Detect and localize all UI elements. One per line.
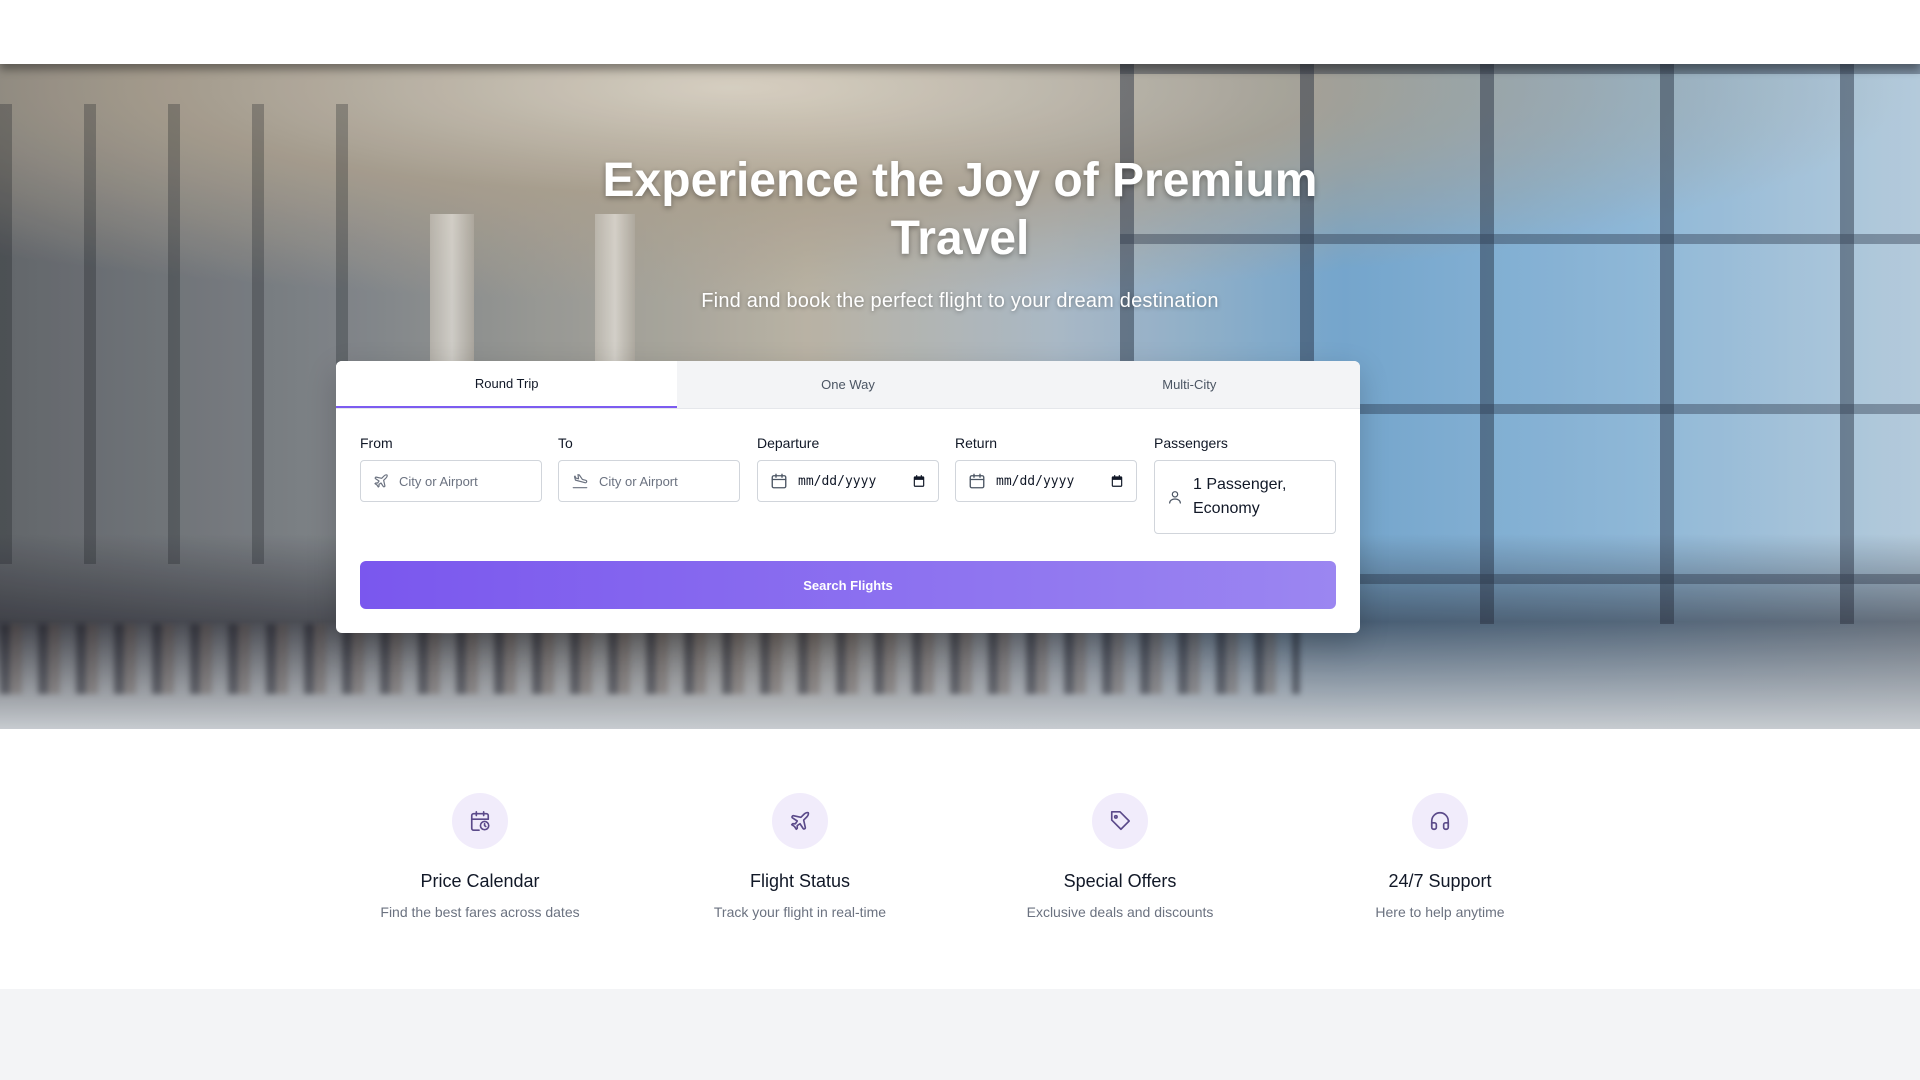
calendar-clock-icon [469,810,491,832]
feature-icon-circle [772,793,828,849]
tab-round-trip[interactable]: Round Trip [336,361,678,408]
search-flights-button[interactable]: Search Flights [360,561,1336,609]
feature-title: Flight Status [749,871,851,891]
passengers-count: 1 Passenger, [1193,476,1287,493]
departure-date-input[interactable]: mm/dd/yyyy [757,460,939,502]
feature-title: 24/7 Support [1388,871,1492,891]
tab-multi-city[interactable]: Multi-City [1019,361,1360,408]
tag-icon [1109,810,1131,832]
departure-field-group: Departure mm/dd/yyyy [757,435,939,502]
return-field-group: Return mm/dd/yyyy [955,435,1137,502]
user-icon [1167,489,1183,505]
hero-title: Experience the Joy of Premium Travel [560,152,1360,268]
calendar-icon [770,472,788,490]
feature-description: Exclusive deals and discounts [1026,904,1214,920]
to-input[interactable]: City or Airport [558,460,740,502]
headphones-icon [1429,810,1451,832]
from-placeholder: City or Airport [399,473,478,489]
plane-takeoff-icon [373,473,389,489]
hero-title-line-1: Experience the Joy of Premium [602,154,1318,207]
feature-flight-status[interactable]: Flight Status Track your flight in real-… [640,793,960,920]
feature-support[interactable]: 24/7 Support Here to help anytime [1280,793,1600,920]
feature-description: Find the best fares across dates [380,904,580,920]
feature-icon-circle [1092,793,1148,849]
passengers-value: 1 Passenger, Economy [1193,473,1286,521]
search-fields: From City or Airport To City or Airport … [360,435,1336,545]
departure-label: Departure [757,435,820,451]
feature-title: Special Offers [1063,871,1177,891]
feature-title: Price Calendar [420,871,540,891]
feature-price-calendar[interactable]: Price Calendar Find the best fares acros… [320,793,640,920]
from-label: From [360,435,393,451]
hero-subtitle: Find and book the perfect flight to your… [701,290,1219,312]
feature-description: Here to help anytime [1375,904,1505,920]
passengers-field-group: Passengers 1 Passenger, Economy [1154,435,1336,534]
to-placeholder: City or Airport [599,473,678,489]
feature-icon-circle [1412,793,1468,849]
features-section: Price Calendar Find the best fares acros… [0,729,1920,989]
passengers-select[interactable]: 1 Passenger, Economy [1154,460,1336,534]
date-picker-icon[interactable] [912,474,926,488]
departure-date-value: mm/dd/yyyy [798,473,877,489]
trip-type-tabs: Round Trip One Way Multi-City [336,361,1360,409]
return-date-input[interactable]: mm/dd/yyyy [955,460,1137,502]
passengers-label: Passengers [1154,435,1228,451]
hero-title-line-2: Travel [890,212,1030,265]
top-navigation-bar [0,0,1920,64]
feature-description: Track your flight in real-time [713,904,887,920]
tab-one-way[interactable]: One Way [677,361,1018,408]
from-field-group: From City or Airport [360,435,542,502]
feature-icon-circle [452,793,508,849]
date-picker-icon[interactable] [1110,474,1124,488]
plane-icon [789,810,811,832]
footer-area [0,989,1920,1080]
return-date-value: mm/dd/yyyy [996,473,1075,489]
cabin-class: Economy [1193,500,1260,517]
from-input[interactable]: City or Airport [360,460,542,502]
plane-landing-icon [571,473,589,489]
calendar-icon [968,472,986,490]
to-field-group: To City or Airport [558,435,740,502]
feature-special-offers[interactable]: Special Offers Exclusive deals and disco… [960,793,1280,920]
flight-search-card: Round Trip One Way Multi-City From City … [336,361,1360,633]
to-label: To [558,435,573,451]
return-label: Return [955,435,998,451]
